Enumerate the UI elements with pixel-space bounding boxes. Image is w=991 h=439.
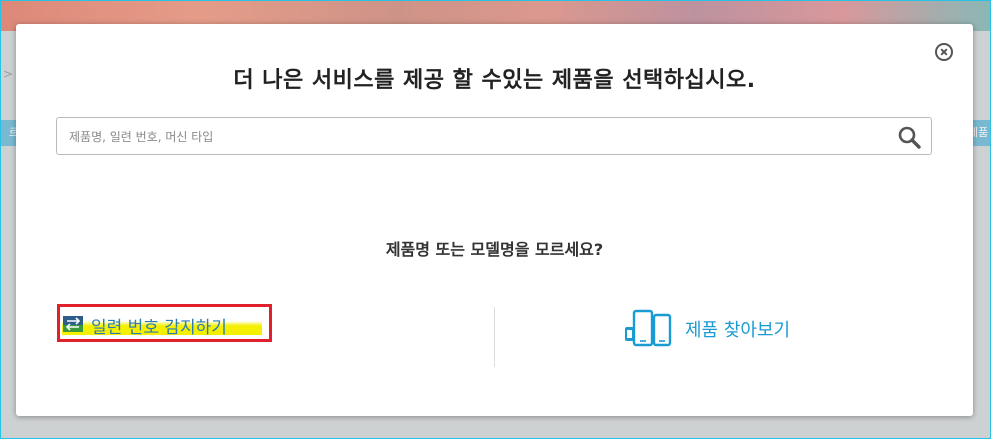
option-divider — [494, 307, 495, 367]
browse-products-label: 제품 찾아보기 — [685, 320, 791, 341]
detect-serial-label: 일련 번호 감지하기 — [91, 318, 227, 338]
product-select-modal: 더 나은 서비스를 제공 할 수있는 제품을 선택하십시오. 제품명 또는 모델… — [16, 24, 973, 416]
search-box — [56, 117, 932, 155]
modal-title: 더 나은 서비스를 제공 할 수있는 제품을 선택하십시오. — [233, 68, 756, 93]
browse-products-button[interactable]: 제품 찾아보기 — [623, 309, 823, 349]
devices-icon — [625, 309, 672, 347]
detect-serial-button[interactable]: 일련 번호 감지하기 — [57, 304, 272, 342]
unknown-product-question: 제품명 또는 모델명을 모르세요? — [385, 240, 604, 259]
serial-detect-icon — [63, 316, 83, 332]
close-icon[interactable] — [935, 43, 953, 61]
search-icon[interactable] — [897, 125, 921, 149]
search-input[interactable] — [67, 126, 891, 148]
screen-frame: > 르 제품 더 나은 서비스를 제공 할 수있는 제품을 선택하십시오. 제품… — [0, 0, 991, 439]
